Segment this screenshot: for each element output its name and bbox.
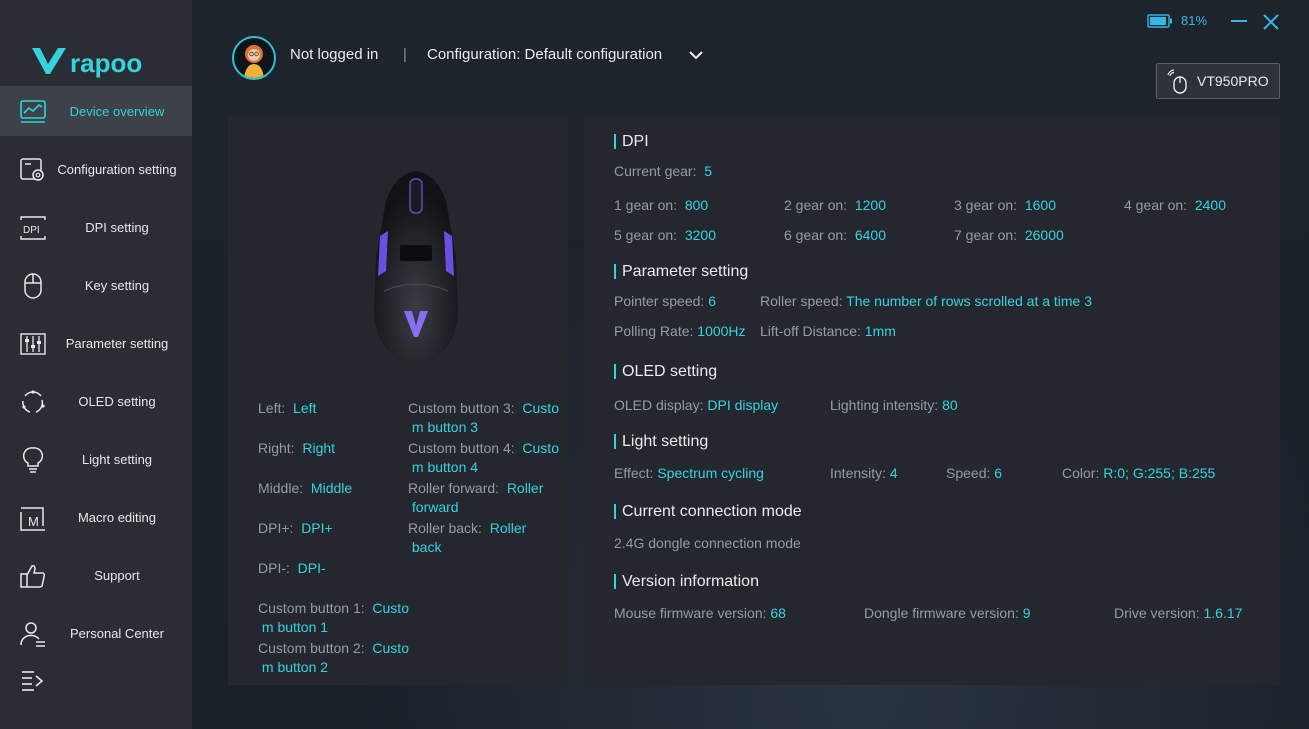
dpi-icon: DPI: [20, 216, 46, 240]
top-bar: Not logged in | Configuration: Default c…: [192, 0, 1309, 110]
key-overview-panel: Left: Left Right: Right Middle: Middle D…: [228, 117, 568, 685]
sidebar-item-label: DPI setting: [85, 219, 149, 235]
sidebar-item-dpi-setting[interactable]: DPI DPI setting: [0, 202, 192, 252]
avatar[interactable]: [232, 36, 276, 80]
version-section-title: Version information: [614, 574, 759, 590]
key-dpi-minus: DPI-: DPI-: [258, 560, 326, 576]
sidebar-item-label: Personal Center: [70, 625, 164, 641]
sidebar-item-configuration-setting[interactable]: Configuration setting: [0, 144, 192, 194]
collapse-menu-icon[interactable]: [20, 668, 46, 694]
key-custom-button-3: Custom button 3: Custo m button 3: [408, 400, 559, 435]
login-status[interactable]: Not logged in: [290, 46, 378, 63]
dpi-gear-3: 3 gear on: 1600: [954, 197, 1056, 213]
settings-summary-panel: DPI Current gear: 5 1 gear on: 800 2 gea…: [584, 117, 1280, 685]
key-custom-button-2: Custom button 2: Custo m button 2: [258, 640, 409, 675]
minimize-icon[interactable]: [1228, 12, 1250, 30]
sidebar-item-label: Key setting: [84, 277, 150, 293]
mouse-firmware-version: Mouse firmware version: 68: [614, 605, 786, 621]
sidebar-item-label: OLED setting: [78, 393, 156, 409]
refresh-cycle-icon: [22, 390, 45, 413]
light-color: Color: R:0; G:255; B:255: [1062, 465, 1216, 481]
connection-mode: 2.4G dongle connection mode: [614, 535, 801, 551]
connection-section-title: Current connection mode: [614, 504, 802, 520]
close-icon[interactable]: [1261, 12, 1281, 32]
sidebar-item-support[interactable]: Support: [0, 550, 192, 600]
chevron-down-icon[interactable]: [688, 48, 704, 62]
key-dpi-plus: DPI+: DPI+: [258, 520, 333, 536]
mouse-image: [374, 171, 458, 366]
svg-text:rapoo: rapoo: [70, 48, 142, 78]
key-custom-button-4: Custom button 4: Custo m button 4: [408, 440, 559, 475]
rapoo-logo: rapoo: [30, 44, 160, 80]
oled-section-title: OLED setting: [614, 364, 717, 380]
config-gear-icon: [20, 158, 44, 181]
pointer-speed: Pointer speed: 6: [614, 293, 716, 309]
configuration-selector[interactable]: Configuration: Default configuration: [427, 46, 662, 63]
key-custom-button-1: Custom button 1: Custo m button 1: [258, 600, 409, 635]
sidebar-item-light-setting[interactable]: Light setting: [0, 434, 192, 484]
header-divider: |: [403, 46, 407, 63]
sidebar-item-oled-setting[interactable]: OLED setting: [0, 376, 192, 426]
dpi-section-title: DPI: [614, 134, 649, 150]
device-name: VT950PRO: [1197, 73, 1269, 89]
sidebar-item-label: Light setting: [81, 451, 153, 467]
dpi-gear-6: 6 gear on: 6400: [784, 227, 886, 243]
sidebar-item-device-overview[interactable]: Device overview: [0, 86, 192, 136]
light-effect: Effect: Spectrum cycling: [614, 465, 764, 481]
parameter-section-title: Parameter setting: [614, 264, 748, 280]
sidebar-item-parameter-setting[interactable]: Parameter setting: [0, 318, 192, 368]
user-avatar-icon: [244, 45, 264, 78]
sidebar-item-personal-center[interactable]: Personal Center: [0, 608, 192, 658]
oled-display: OLED display: DPI display: [614, 397, 779, 413]
svg-text:M: M: [28, 514, 39, 529]
sidebar-item-label: Configuration setting: [57, 161, 177, 177]
mouse-icon: [24, 273, 42, 299]
light-bulb-icon: [22, 447, 44, 473]
dpi-gear-5: 5 gear on: 3200: [614, 227, 716, 243]
light-speed: Speed: 6: [946, 465, 1003, 481]
key-roller-forward: Roller forward: Roller forward: [408, 480, 544, 515]
sidebar: rapoo Device overview Configuration sett…: [0, 0, 192, 729]
liftoff-distance: Lift-off Distance: 1mm: [760, 323, 896, 339]
key-roller-back: Roller back: Roller back: [408, 520, 527, 555]
sidebar-item-label: Device overview: [69, 103, 165, 119]
light-section-title: Light setting: [614, 434, 708, 450]
dpi-gear-1: 1 gear on: 800: [614, 197, 709, 213]
person-list-icon: [20, 622, 45, 647]
main-area: Not logged in | Configuration: Default c…: [192, 0, 1309, 729]
sidebar-item-label: Support: [94, 567, 140, 583]
sidebar-item-key-setting[interactable]: Key setting: [0, 260, 192, 310]
oled-lighting-intensity: Lighting intensity: 80: [830, 397, 958, 413]
key-middle: Middle: Middle: [258, 480, 353, 496]
battery-level: 81%: [1181, 13, 1208, 28]
dpi-gear-4: 4 gear on: 2400: [1124, 197, 1226, 213]
roller-speed: Roller speed: The number of rows scrolle…: [760, 293, 1093, 309]
light-intensity: Intensity: 4: [830, 465, 898, 481]
dpi-gear-7: 7 gear on: 26000: [954, 227, 1064, 243]
sidebar-item-label: Macro editing: [77, 509, 157, 525]
dpi-gear-2: 2 gear on: 1200: [784, 197, 886, 213]
sliders-icon: [20, 333, 46, 355]
monitor-chart-icon: [20, 100, 46, 123]
polling-rate: Polling Rate: 1000Hz: [614, 323, 746, 339]
device-selector-button[interactable]: VT950PRO: [1156, 63, 1280, 99]
dpi-current-gear: Current gear: 5: [614, 163, 713, 179]
key-right: Right: Right: [258, 440, 336, 456]
svg-text:DPI: DPI: [23, 225, 40, 236]
key-left: Left: Left: [258, 400, 317, 416]
sidebar-item-label: Parameter setting: [65, 335, 169, 351]
sidebar-item-macro-editing[interactable]: M Macro editing: [0, 492, 192, 542]
macro-m-icon: M: [20, 507, 45, 531]
wireless-mouse-icon: [1167, 69, 1187, 94]
drive-version: Drive version: 1.6.17: [1114, 605, 1243, 621]
battery-icon: [1147, 14, 1172, 28]
thumbs-up-icon: [20, 565, 46, 588]
dongle-firmware-version: Dongle firmware version: 9: [864, 605, 1031, 621]
